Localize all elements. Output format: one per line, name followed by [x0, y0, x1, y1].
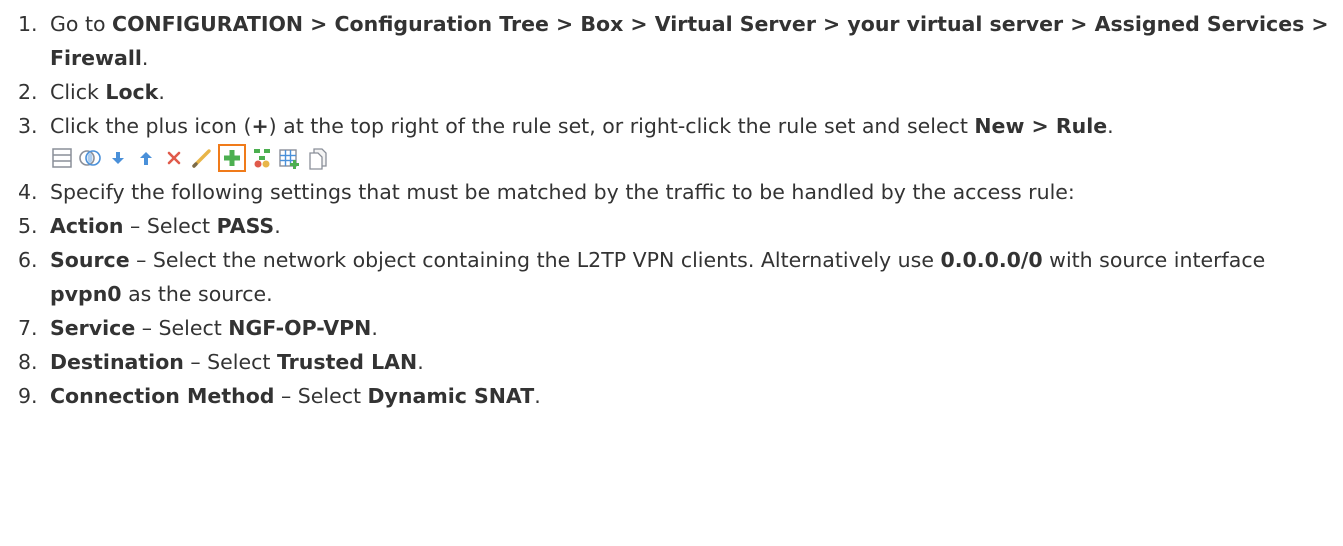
step-6: 6. Source – Select the network object co… — [0, 243, 1335, 311]
step-9: 9. Connection Method – Select Dynamic SN… — [0, 379, 1335, 413]
step-number: 7. — [18, 316, 38, 340]
step-7: 7. Service – Select NGF-OP-VPN. — [0, 311, 1335, 345]
edit-icon[interactable] — [190, 146, 214, 170]
step-text: Service – Select NGF-OP-VPN. — [50, 316, 378, 340]
step-number: 5. — [18, 214, 38, 238]
step-text: Connection Method – Select Dynamic SNAT. — [50, 384, 541, 408]
step-8: 8. Destination – Select Trusted LAN. — [0, 345, 1335, 379]
step-number: 2. — [18, 80, 38, 104]
step-2: 2. Click Lock. — [0, 75, 1335, 109]
add-grid-icon[interactable] — [278, 146, 302, 170]
move-down-icon[interactable] — [106, 146, 130, 170]
delete-icon[interactable] — [162, 146, 186, 170]
step-text: Specify the following settings that must… — [50, 180, 1075, 204]
step-number: 4. — [18, 180, 38, 204]
add-rule-icon[interactable] — [218, 144, 246, 172]
step-1: 1. Go to CONFIGURATION > Configuration T… — [0, 7, 1335, 75]
step-3: 3. Click the plus icon (+) at the top ri… — [0, 109, 1335, 173]
merge-icon[interactable] — [78, 146, 102, 170]
list-view-icon[interactable] — [50, 146, 74, 170]
step-number: 1. — [18, 12, 38, 36]
step-text: Destination – Select Trusted LAN. — [50, 350, 424, 374]
step-text: Go to CONFIGURATION > Configuration Tree… — [50, 12, 1329, 70]
step-number: 9. — [18, 384, 38, 408]
steps-list: 1. Go to CONFIGURATION > Configuration T… — [0, 7, 1335, 413]
document: 1. Go to CONFIGURATION > Configuration T… — [0, 0, 1343, 546]
step-text: Action – Select PASS. — [50, 214, 281, 238]
step-text: Click the plus icon (+) at the top right… — [50, 114, 1114, 138]
rule-set-toolbar — [50, 143, 1335, 173]
step-text: Source – Select the network object conta… — [50, 248, 1266, 306]
step-text: Click Lock. — [50, 80, 165, 104]
rule-settings-icon[interactable] — [250, 146, 274, 170]
step-number: 8. — [18, 350, 38, 374]
move-up-icon[interactable] — [134, 146, 158, 170]
step-number: 6. — [18, 248, 38, 272]
step-4: 4. Specify the following settings that m… — [0, 175, 1335, 209]
copy-icon[interactable] — [306, 146, 330, 170]
step-5: 5. Action – Select PASS. — [0, 209, 1335, 243]
step-number: 3. — [18, 114, 38, 138]
